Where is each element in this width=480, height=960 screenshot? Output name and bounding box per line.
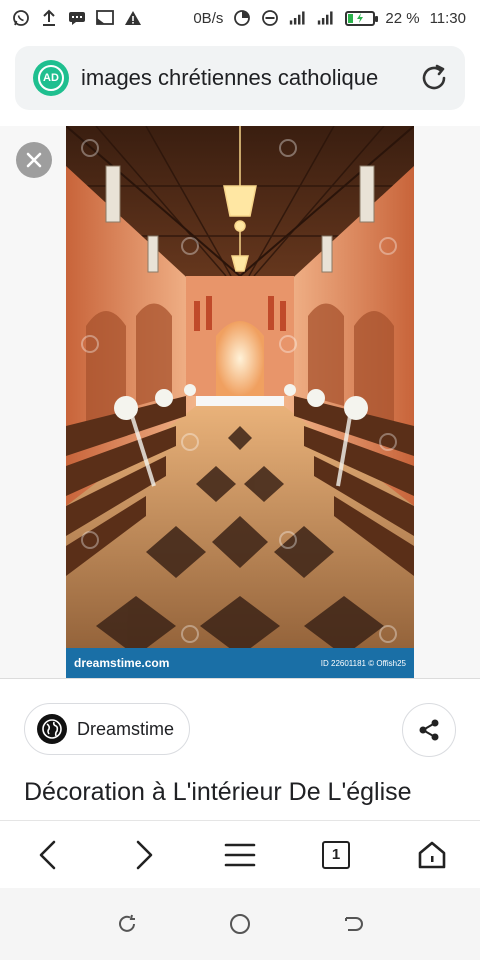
upload-icon — [40, 9, 58, 27]
signal-icon — [289, 9, 307, 27]
source-label: Dreamstime — [77, 718, 175, 739]
message-icon — [68, 9, 86, 27]
globe-icon — [37, 714, 67, 744]
system-navigation — [0, 888, 480, 960]
reload-icon[interactable] — [417, 61, 451, 95]
data-saver-icon — [233, 9, 251, 27]
tabs-button[interactable]: 1 — [312, 831, 360, 879]
forward-icon[interactable] — [120, 831, 168, 879]
do-not-disturb-icon — [261, 9, 279, 27]
tab-count: 1 — [322, 840, 350, 869]
image-viewer: dreamstime.com ID 22601181 © Offish25 — [0, 126, 480, 678]
clock: 11:30 — [429, 9, 466, 27]
watermark-brand: dreamstime.com — [74, 656, 170, 670]
search-query[interactable]: images chrétiennes catholique — [81, 65, 407, 91]
screen-cast-icon — [96, 9, 114, 27]
share-icon[interactable] — [402, 703, 456, 757]
address-bar[interactable]: AD images chrétiennes catholique — [15, 46, 465, 110]
watermark-id: ID 22601181 © Offish25 — [320, 658, 406, 668]
ad-badge-label: AD — [38, 65, 64, 91]
menu-icon[interactable] — [216, 831, 264, 879]
network-speed: 0B/s — [193, 9, 224, 27]
result-title[interactable]: Décoration à L'intérieur De L'église — [24, 778, 412, 807]
battery-percent: 22 % — [385, 9, 420, 27]
browser-toolbar: 1 — [0, 820, 480, 888]
battery-icon — [345, 10, 379, 26]
warning-icon — [124, 9, 142, 27]
church-interior-image[interactable]: dreamstime.com ID 22601181 © Offish25 — [66, 126, 414, 678]
back-nav-icon[interactable] — [333, 904, 373, 944]
recent-apps-icon[interactable] — [107, 904, 147, 944]
watermark-bar: dreamstime.com ID 22601181 © Offish25 — [66, 648, 414, 678]
battery-level-fill — [348, 13, 354, 23]
whatsapp-icon — [12, 9, 30, 27]
source-chip[interactable]: Dreamstime — [24, 703, 190, 755]
divider — [0, 678, 480, 679]
signal-2-icon — [317, 9, 335, 27]
status-bar: 0B/s 22 % 11:30 — [0, 0, 480, 36]
home-nav-icon[interactable] — [220, 904, 260, 944]
close-icon[interactable] — [16, 142, 52, 178]
back-icon[interactable] — [24, 831, 72, 879]
ad-block-icon[interactable]: AD — [33, 60, 69, 96]
home-icon[interactable] — [408, 831, 456, 879]
